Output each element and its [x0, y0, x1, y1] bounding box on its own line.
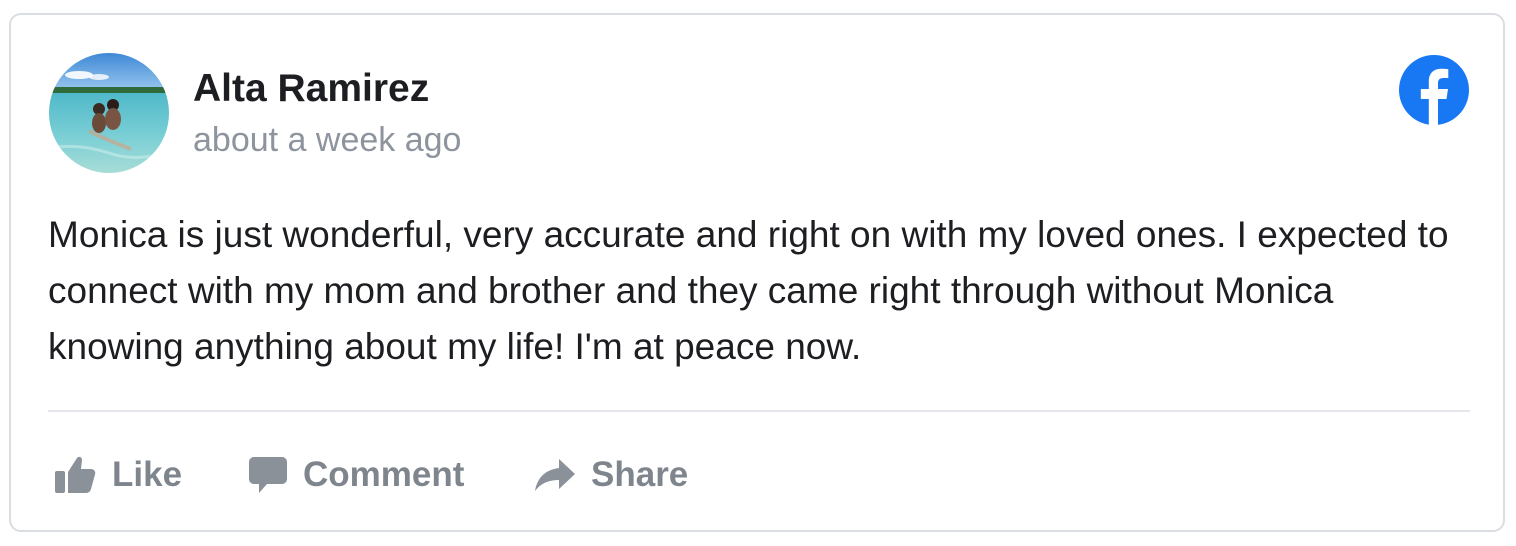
facebook-logo-icon[interactable]: [1399, 55, 1469, 125]
post-timestamp[interactable]: about a week ago: [193, 121, 461, 160]
comment-label: Comment: [303, 455, 465, 494]
speech-bubble-icon: [249, 455, 287, 495]
avatar[interactable]: [49, 53, 169, 173]
thumbs-up-icon: [54, 455, 96, 495]
divider: [48, 410, 1470, 412]
share-label: Share: [591, 455, 689, 494]
like-button[interactable]: Like: [54, 451, 182, 499]
share-button[interactable]: Share: [535, 451, 688, 499]
comment-button[interactable]: Comment: [249, 451, 464, 499]
avatar-photo: [49, 53, 169, 173]
post-text: Monica is just wonderful, very accurate …: [48, 214, 1449, 367]
author-name[interactable]: Alta Ramirez: [193, 67, 429, 111]
share-arrow-icon: [535, 457, 575, 493]
like-label: Like: [112, 455, 183, 494]
facebook-review-card: Alta Ramirez about a week ago Monica is …: [9, 13, 1505, 532]
